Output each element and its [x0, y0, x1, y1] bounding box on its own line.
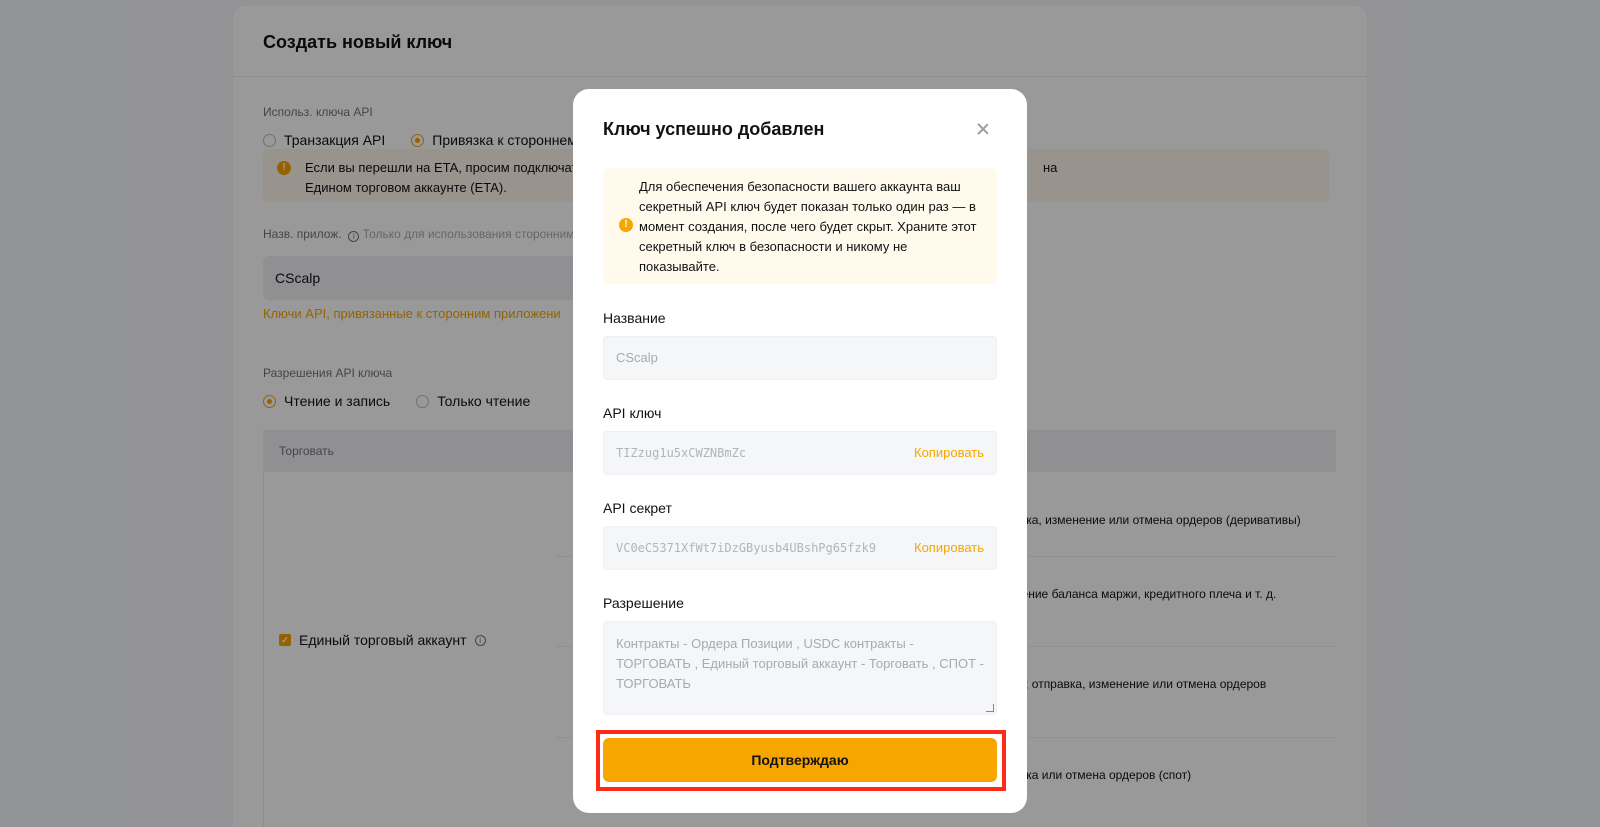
modal-title: Ключ успешно добавлен — [603, 119, 825, 139]
close-icon[interactable] — [977, 123, 989, 135]
warning-icon: ! — [619, 218, 633, 232]
resize-handle[interactable] — [986, 704, 994, 712]
security-warning-text: Для обеспечения безопасности вашего акка… — [639, 179, 977, 274]
api-key-label: API ключ — [603, 405, 662, 421]
permission-textarea[interactable]: Контракты - Ордера Позиции , USDC контра… — [603, 621, 997, 715]
api-secret-label: API секрет — [603, 500, 672, 516]
copy-api-secret-button[interactable]: Копировать — [914, 527, 984, 569]
api-key-value: TIZzug1u5xCWZNBmZc — [616, 446, 747, 460]
api-secret-value: VC0eC5371XfWt7iDzGByusb4UBshPg65fzk9 — [616, 541, 877, 555]
confirm-button[interactable]: Подтверждаю — [603, 738, 997, 782]
copy-api-key-button[interactable]: Копировать — [914, 432, 984, 474]
api-key-field[interactable]: TIZzug1u5xCWZNBmZc Копировать — [603, 431, 997, 475]
permission-label: Разрешение — [603, 595, 684, 611]
name-label: Название — [603, 310, 666, 326]
name-value: CScalp — [616, 350, 658, 365]
api-secret-field[interactable]: VC0eC5371XfWt7iDzGByusb4UBshPg65fzk9 Коп… — [603, 526, 997, 570]
name-field[interactable]: CScalp — [603, 336, 997, 380]
permission-value: Контракты - Ордера Позиции , USDC контра… — [616, 636, 984, 691]
key-added-modal: Ключ успешно добавлен ! Для обеспечения … — [573, 89, 1027, 813]
security-warning: ! Для обеспечения безопасности вашего ак… — [603, 168, 997, 284]
